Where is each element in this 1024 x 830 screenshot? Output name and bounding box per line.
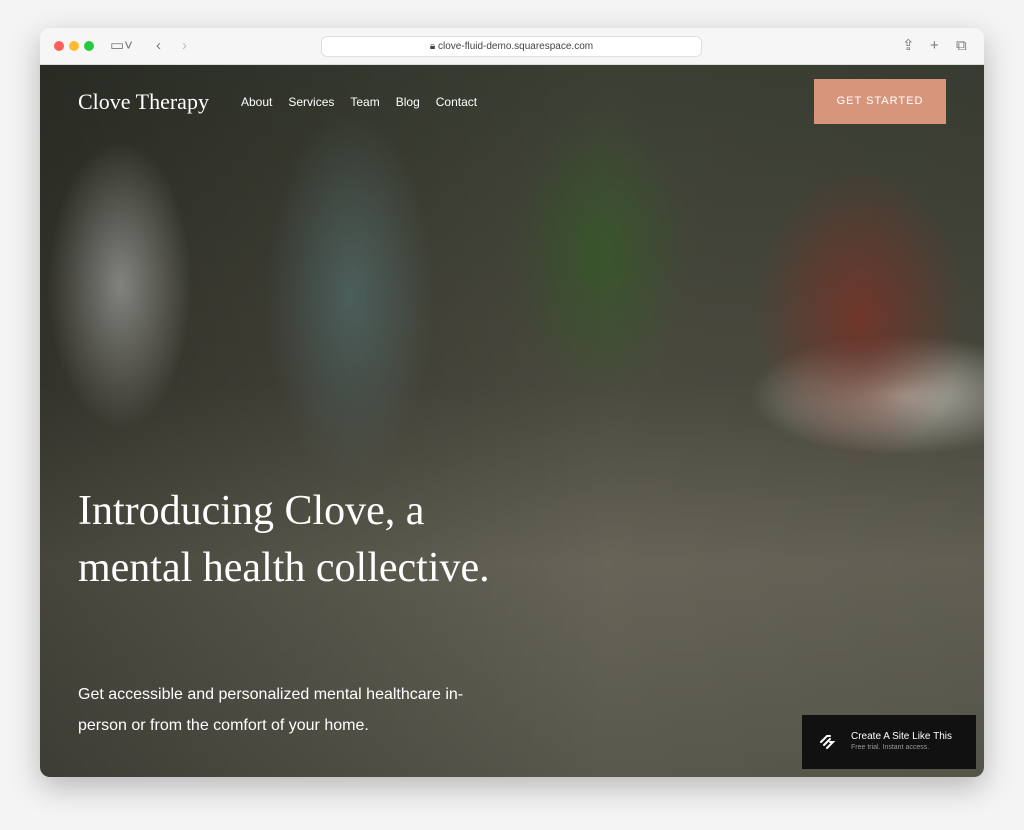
squarespace-logo-icon bbox=[820, 735, 836, 749]
nav-contact[interactable]: Contact bbox=[436, 95, 477, 109]
hero-headline: Introducing Clove, a mental health colle… bbox=[78, 488, 490, 591]
main-nav: About Services Team Blog Contact bbox=[241, 95, 477, 109]
hero-image bbox=[40, 65, 984, 777]
create-site-badge[interactable]: Create A Site Like This Free trial. Inst… bbox=[802, 715, 976, 769]
nav-team[interactable]: Team bbox=[350, 95, 379, 109]
maximize-window-button[interactable] bbox=[84, 41, 94, 51]
badge-subtitle: Free trial. Instant access. bbox=[851, 744, 930, 751]
share-icon[interactable]: ⇪ bbox=[902, 37, 915, 55]
new-tab-icon[interactable]: + bbox=[930, 37, 939, 55]
hero-section: Clove Therapy About Services Team Blog C… bbox=[40, 65, 984, 777]
nav-blog[interactable]: Blog bbox=[396, 95, 420, 109]
address-bar[interactable]: 🔒︎ clove-fluid-demo.squarespace.com bbox=[321, 36, 702, 57]
sidebar-icon[interactable]: ▭˅ bbox=[110, 37, 133, 55]
browser-window: ▭˅ ‹ › 🔒︎ clove-fluid-demo.squarespace.c… bbox=[40, 28, 984, 777]
tabs-overview-icon[interactable]: ⧉ bbox=[956, 37, 967, 55]
url-text: clove-fluid-demo.squarespace.com bbox=[438, 41, 594, 52]
nav-about[interactable]: About bbox=[241, 95, 272, 109]
site-logo[interactable]: Clove Therapy bbox=[78, 89, 209, 115]
minimize-window-button[interactable] bbox=[69, 41, 79, 51]
lock-icon: 🔒︎ bbox=[429, 41, 439, 52]
back-icon[interactable]: ‹ bbox=[156, 37, 161, 55]
nav-services[interactable]: Services bbox=[288, 95, 334, 109]
browser-toolbar: ▭˅ ‹ › 🔒︎ clove-fluid-demo.squarespace.c… bbox=[40, 28, 984, 65]
badge-title: Create A Site Like This bbox=[851, 731, 952, 742]
get-started-button[interactable]: GET STARTED bbox=[814, 79, 946, 124]
forward-icon[interactable]: › bbox=[182, 37, 187, 55]
close-window-button[interactable] bbox=[54, 41, 64, 51]
hero-subtext: Get accessible and personalized mental h… bbox=[78, 686, 464, 734]
